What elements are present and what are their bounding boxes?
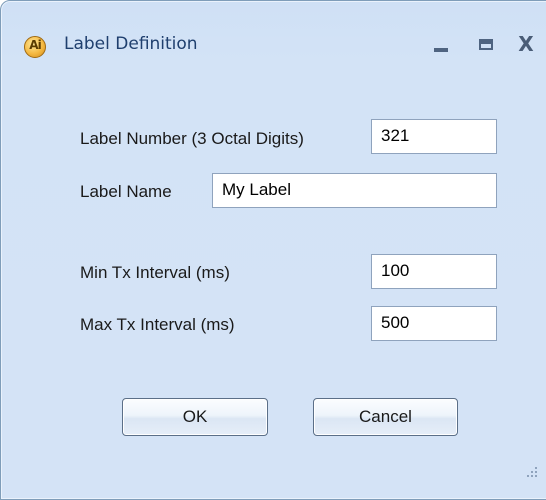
- app-logo-icon: Ai: [24, 36, 46, 58]
- app-logo-text: Ai: [29, 38, 41, 52]
- min-tx-interval-label: Min Tx Interval (ms): [80, 263, 230, 282]
- close-button[interactable]: X: [511, 31, 541, 57]
- max-tx-interval-label: Max Tx Interval (ms): [80, 315, 235, 334]
- label-name-label: Label Name: [80, 182, 172, 201]
- title-bar[interactable]: Ai Label Definition X: [1, 1, 546, 58]
- maximize-button[interactable]: [471, 31, 501, 57]
- cancel-button[interactable]: Cancel: [313, 398, 458, 436]
- resize-grip-icon[interactable]: [521, 463, 541, 483]
- minimize-button[interactable]: [426, 31, 456, 57]
- min-tx-interval-field[interactable]: 100: [371, 254, 497, 289]
- minimize-icon: [434, 48, 448, 52]
- max-tx-interval-field[interactable]: 500: [371, 306, 497, 341]
- label-name-field[interactable]: My Label: [212, 173, 497, 208]
- label-number-label: Label Number (3 Octal Digits): [80, 129, 304, 148]
- label-number-field[interactable]: 321: [371, 119, 497, 154]
- window-title: Label Definition: [64, 34, 198, 54]
- maximize-icon: [479, 39, 493, 50]
- ok-button[interactable]: OK: [122, 398, 268, 436]
- close-icon: X: [518, 32, 534, 56]
- dialog-window: Ai Label Definition X Label Number (3 Oc…: [0, 0, 546, 500]
